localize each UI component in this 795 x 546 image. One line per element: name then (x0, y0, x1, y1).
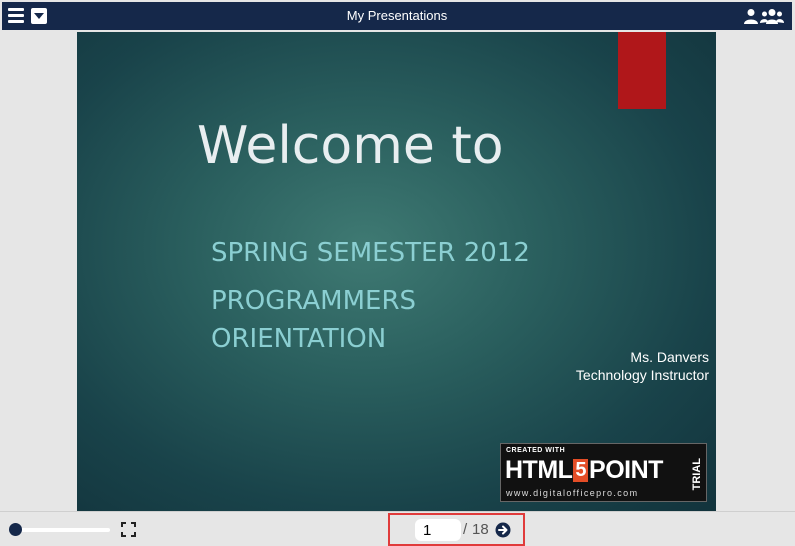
watermark-url: www.digitalofficepro.com (506, 488, 639, 498)
trial-watermark: CREATED WITH HTML 5 POINT TRIAL www.digita… (500, 443, 707, 502)
page-number-input[interactable] (415, 519, 461, 541)
watermark-created-with: CREATED WITH (506, 447, 566, 454)
title-bar: My Presentations (2, 2, 792, 30)
group-icon[interactable] (760, 8, 784, 24)
slide: Welcome to SPRING SEMESTER 2012 PROGRAMM… (77, 32, 716, 511)
presenter-role: Technology Instructor (575, 367, 709, 383)
presenter-name: Ms. Danvers (630, 349, 709, 365)
watermark-logo-left: HTML (505, 456, 573, 484)
page-navigator: / 18 (388, 513, 525, 546)
page-total: 18 (472, 521, 489, 538)
watermark-logo-right: POINT (589, 456, 663, 484)
slide-accent-tab (618, 32, 666, 109)
slide-subtitle-line1: SPRING SEMESTER 2012 (211, 238, 530, 268)
bottom-toolbar: / 18 (0, 511, 795, 546)
progress-slider-track[interactable] (14, 528, 110, 532)
arrow-right-circle-icon[interactable] (495, 522, 511, 538)
slide-subtitle-line2: PROGRAMMERS ORIENTATION (211, 286, 417, 354)
watermark-trial: TRIAL (691, 458, 703, 491)
app-title: My Presentations (346, 8, 448, 23)
fullscreen-icon[interactable] (121, 522, 136, 537)
progress-slider-thumb[interactable] (9, 523, 22, 536)
watermark-logo: HTML 5 POINT (505, 456, 663, 485)
html5-badge-icon: 5 (573, 459, 589, 482)
user-icon[interactable] (743, 8, 759, 24)
page-separator: / (463, 521, 468, 538)
slide-title: Welcome to (197, 116, 504, 176)
